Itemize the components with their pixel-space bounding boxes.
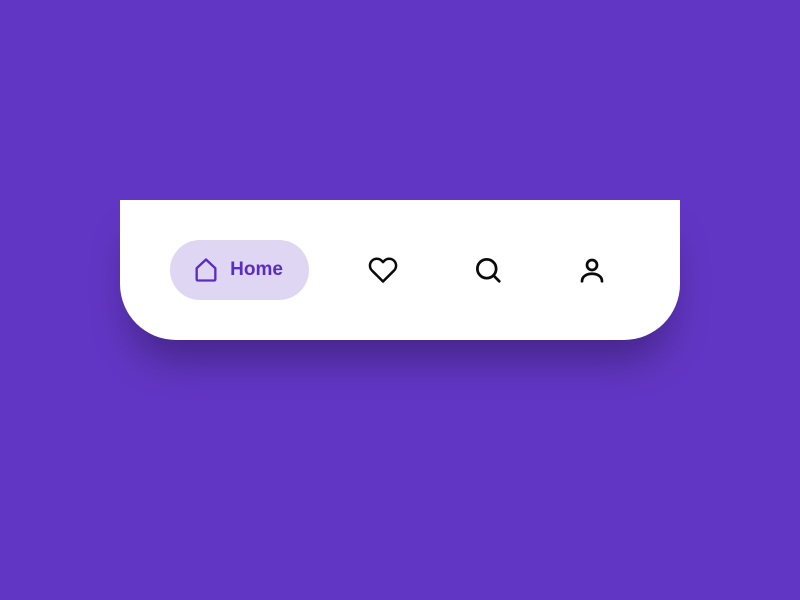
nav-item-favorites[interactable]: [353, 240, 413, 300]
user-icon: [577, 255, 607, 285]
nav-item-search[interactable]: [458, 240, 518, 300]
nav-item-profile[interactable]: [562, 240, 622, 300]
search-icon: [473, 255, 503, 285]
nav-item-home[interactable]: Home: [170, 240, 309, 300]
nav-item-home-label: Home: [230, 259, 283, 281]
heart-icon: [368, 255, 398, 285]
home-icon: [192, 256, 220, 284]
bottom-navbar: Home: [120, 200, 680, 340]
